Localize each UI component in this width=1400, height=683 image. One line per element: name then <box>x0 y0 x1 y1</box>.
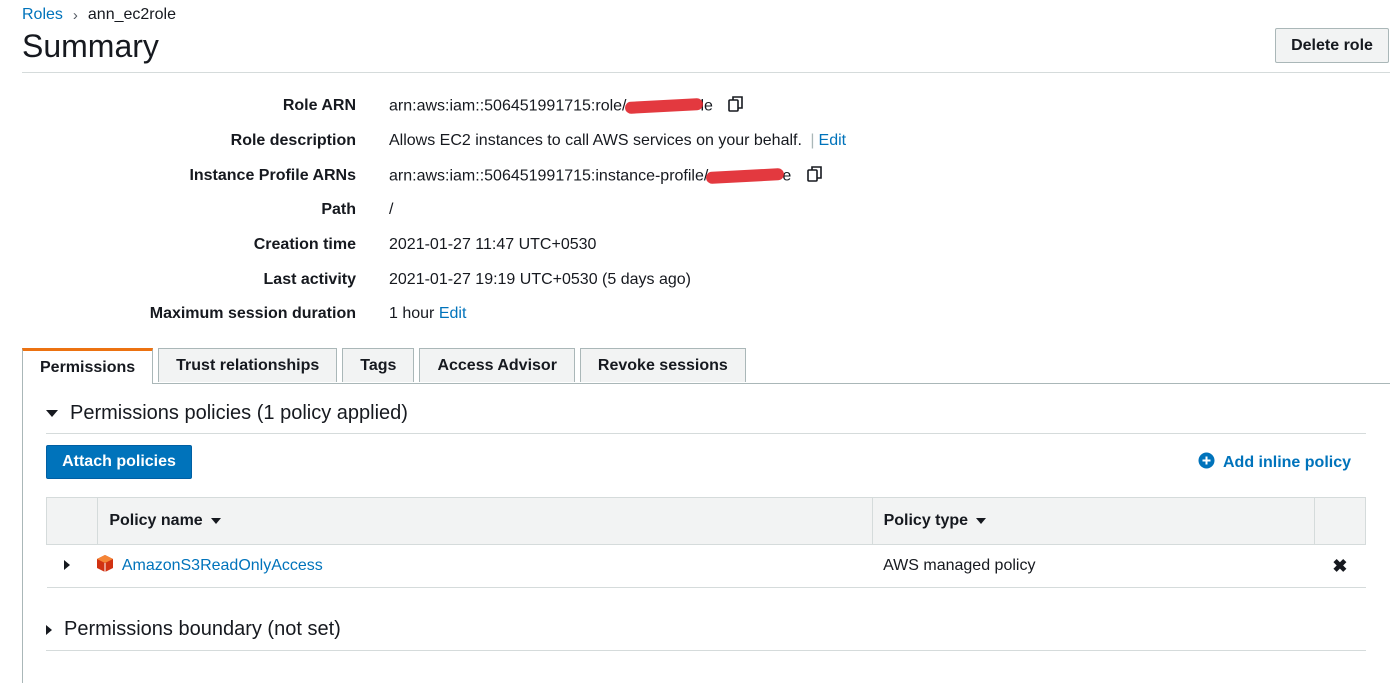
detail-row-creation-time: Creation time 2021-01-27 11:47 UTC+0530 <box>0 230 1000 260</box>
tab-revoke-sessions[interactable]: Revoke sessions <box>579 348 746 382</box>
role-arn-value: arn:aws:iam::506451991715:role/le <box>389 95 745 118</box>
section-divider <box>46 433 1366 434</box>
detail-row-path: Path / <box>0 195 1000 225</box>
tab-tags[interactable]: Tags <box>342 348 415 382</box>
detail-row-instance-profile: Instance Profile ARNs arn:aws:iam::50645… <box>0 161 1000 191</box>
expand-column-header <box>45 497 99 545</box>
detail-label: Last activity <box>263 271 356 288</box>
max-session-value: 1 hour Edit <box>389 305 466 323</box>
table-header-row: Policy name Policy type <box>45 497 1367 545</box>
role-arn-text: arn:aws:iam::506451991715:role/ <box>389 97 627 115</box>
caret-right-icon <box>63 560 70 570</box>
sort-caret-icon <box>210 517 221 524</box>
caret-right-icon <box>46 624 52 635</box>
permissions-policies-toggle[interactable]: Permissions policies (1 policy applied) <box>46 402 408 425</box>
detail-label: Path <box>321 201 356 218</box>
tab-permissions[interactable]: Permissions <box>22 348 154 384</box>
table-row: AmazonS3ReadOnlyAccess AWS managed polic… <box>46 544 1366 588</box>
column-label: Policy type <box>883 512 969 529</box>
path-value: / <box>389 201 394 218</box>
policy-name-cell: AmazonS3ReadOnlyAccess <box>96 544 873 588</box>
separator: | <box>810 132 815 149</box>
max-session-text: 1 hour <box>389 305 435 322</box>
delete-role-button[interactable]: Delete role <box>1275 28 1389 63</box>
detail-label: Creation time <box>253 236 356 253</box>
detail-row-last-activity: Last activity 2021-01-27 19:19 UTC+0530 … <box>0 265 1000 295</box>
breadcrumb: Roles › ann_ec2role <box>22 6 176 24</box>
copy-icon[interactable] <box>806 165 824 188</box>
role-tabs: Permissions Trust relationships Tags Acc… <box>22 348 746 384</box>
attach-policies-button[interactable]: Attach policies <box>46 445 192 479</box>
caret-down-icon <box>46 410 58 417</box>
detail-row-description: Role description Allows EC2 instances to… <box>0 126 1000 156</box>
sort-caret-icon <box>976 517 987 524</box>
tab-access-advisor[interactable]: Access Advisor <box>419 348 575 382</box>
policy-type-cell: AWS managed policy <box>872 544 1315 588</box>
role-description-value: Allows EC2 instances to call AWS service… <box>389 132 846 150</box>
last-activity-value: 2021-01-27 19:19 UTC+0530 (5 days ago) <box>389 271 691 288</box>
add-inline-policy-link[interactable]: Add inline policy <box>1198 452 1351 474</box>
detail-label: Maximum session duration <box>149 305 356 322</box>
detail-label: Role description <box>230 132 356 149</box>
permissions-boundary-heading: Permissions boundary (not set) <box>64 618 341 640</box>
column-header-policy-name[interactable]: Policy name <box>97 497 873 545</box>
tab-trust-relationships[interactable]: Trust relationships <box>158 348 338 382</box>
instance-profile-text: arn:aws:iam::506451991715:instance-profi… <box>389 167 709 185</box>
detail-row-role-arn: Role ARN arn:aws:iam::506451991715:role/… <box>0 91 1000 121</box>
breadcrumb-current: ann_ec2role <box>87 6 176 23</box>
instance-profile-value: arn:aws:iam::506451991715:instance-profi… <box>389 165 824 188</box>
redaction-mark <box>624 97 703 115</box>
remove-cell: ✖ <box>1314 544 1366 588</box>
column-label: Policy name <box>109 512 203 529</box>
copy-icon[interactable] <box>727 95 745 118</box>
add-inline-policy-label: Add inline policy <box>1223 454 1352 471</box>
redaction-mark <box>706 167 785 185</box>
page-title: Summary <box>22 28 159 64</box>
title-divider <box>22 72 1390 73</box>
expand-cell[interactable] <box>46 544 98 588</box>
close-icon[interactable]: ✖ <box>1332 556 1347 576</box>
role-description-text: Allows EC2 instances to call AWS service… <box>389 132 802 149</box>
creation-time-value: 2021-01-27 11:47 UTC+0530 <box>389 236 597 253</box>
chevron-right-icon: › <box>72 6 78 24</box>
permissions-boundary-toggle[interactable]: Permissions boundary (not set) <box>46 618 341 641</box>
actions-column-header <box>1313 497 1367 545</box>
detail-label: Instance Profile ARNs <box>189 167 356 184</box>
edit-description-link[interactable]: Edit <box>819 132 847 149</box>
detail-row-max-session: Maximum session duration 1 hour Edit <box>0 299 1000 329</box>
section-divider <box>46 650 1366 651</box>
permissions-policies-heading: Permissions policies (1 policy applied) <box>70 402 408 424</box>
s3-bucket-icon <box>96 554 114 578</box>
detail-label: Role ARN <box>282 97 356 114</box>
policies-table: Policy name Policy type AmazonS3ReadOnly… <box>45 497 1367 588</box>
column-header-policy-type[interactable]: Policy type <box>871 497 1315 545</box>
breadcrumb-roles-link[interactable]: Roles <box>22 6 63 24</box>
edit-session-duration-link[interactable]: Edit <box>439 305 467 322</box>
plus-circle-icon <box>1198 452 1215 474</box>
policy-link[interactable]: AmazonS3ReadOnlyAccess <box>122 557 323 574</box>
